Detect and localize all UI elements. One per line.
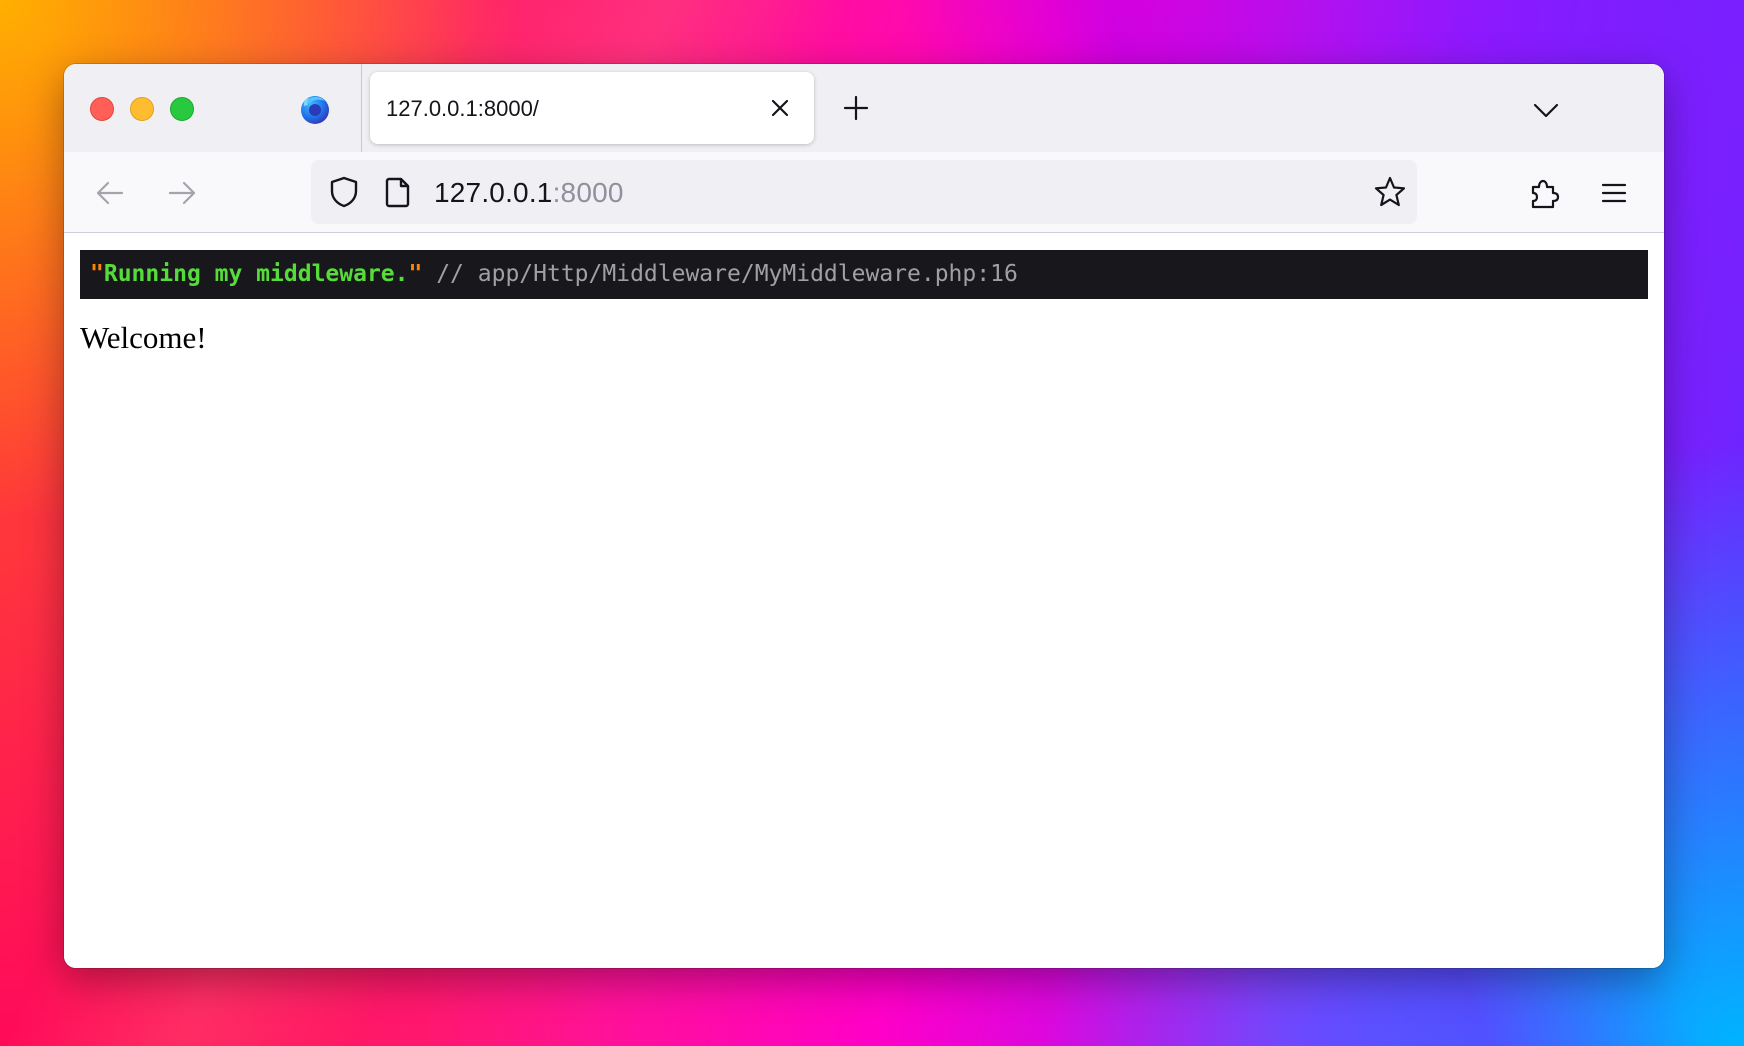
url-text[interactable]: 127.0.0.1:8000 (434, 177, 624, 209)
dump-close-quote: " (408, 261, 423, 287)
tab-strip: 127.0.0.1:8000/ (64, 64, 1664, 152)
star-icon[interactable] (1373, 175, 1407, 209)
chevron-down-icon[interactable] (1530, 94, 1562, 126)
welcome-text: Welcome! (80, 320, 207, 355)
dump-open-quote: " (90, 261, 104, 287)
window-maximize-button[interactable] (170, 97, 194, 121)
tab-separator (361, 64, 362, 152)
dump-source: // app/Http/Middleware/MyMiddleware.php:… (422, 261, 1018, 287)
plus-icon[interactable] (840, 92, 872, 124)
tab-title: 127.0.0.1:8000/ (386, 96, 539, 121)
arrow-left-icon[interactable] (92, 175, 128, 211)
shield-icon[interactable] (327, 175, 361, 209)
page-icon[interactable] (383, 175, 413, 209)
window-close-button[interactable] (90, 97, 114, 121)
arrow-right-icon[interactable] (164, 175, 200, 211)
tab-active[interactable]: 127.0.0.1:8000/ (370, 72, 814, 144)
url-port: :8000 (552, 177, 624, 208)
page-content: "Running my middleware." // app/Http/Mid… (64, 234, 1664, 968)
var-dump-output: "Running my middleware." // app/Http/Mid… (80, 250, 1648, 299)
close-icon[interactable] (766, 94, 794, 122)
browser-window: 127.0.0.1:8000/ 127.0.0.1:8000 "Running … (64, 64, 1664, 968)
url-host: 127.0.0.1 (434, 177, 553, 208)
url-bar[interactable]: 127.0.0.1:8000 (311, 160, 1417, 224)
navigation-toolbar: 127.0.0.1:8000 (64, 152, 1664, 233)
hamburger-icon[interactable] (1596, 175, 1632, 211)
window-minimize-button[interactable] (130, 97, 154, 121)
firefox-logo-icon[interactable] (298, 92, 332, 126)
puzzle-icon[interactable] (1526, 175, 1562, 211)
dump-string: Running my middleware. (103, 261, 409, 287)
